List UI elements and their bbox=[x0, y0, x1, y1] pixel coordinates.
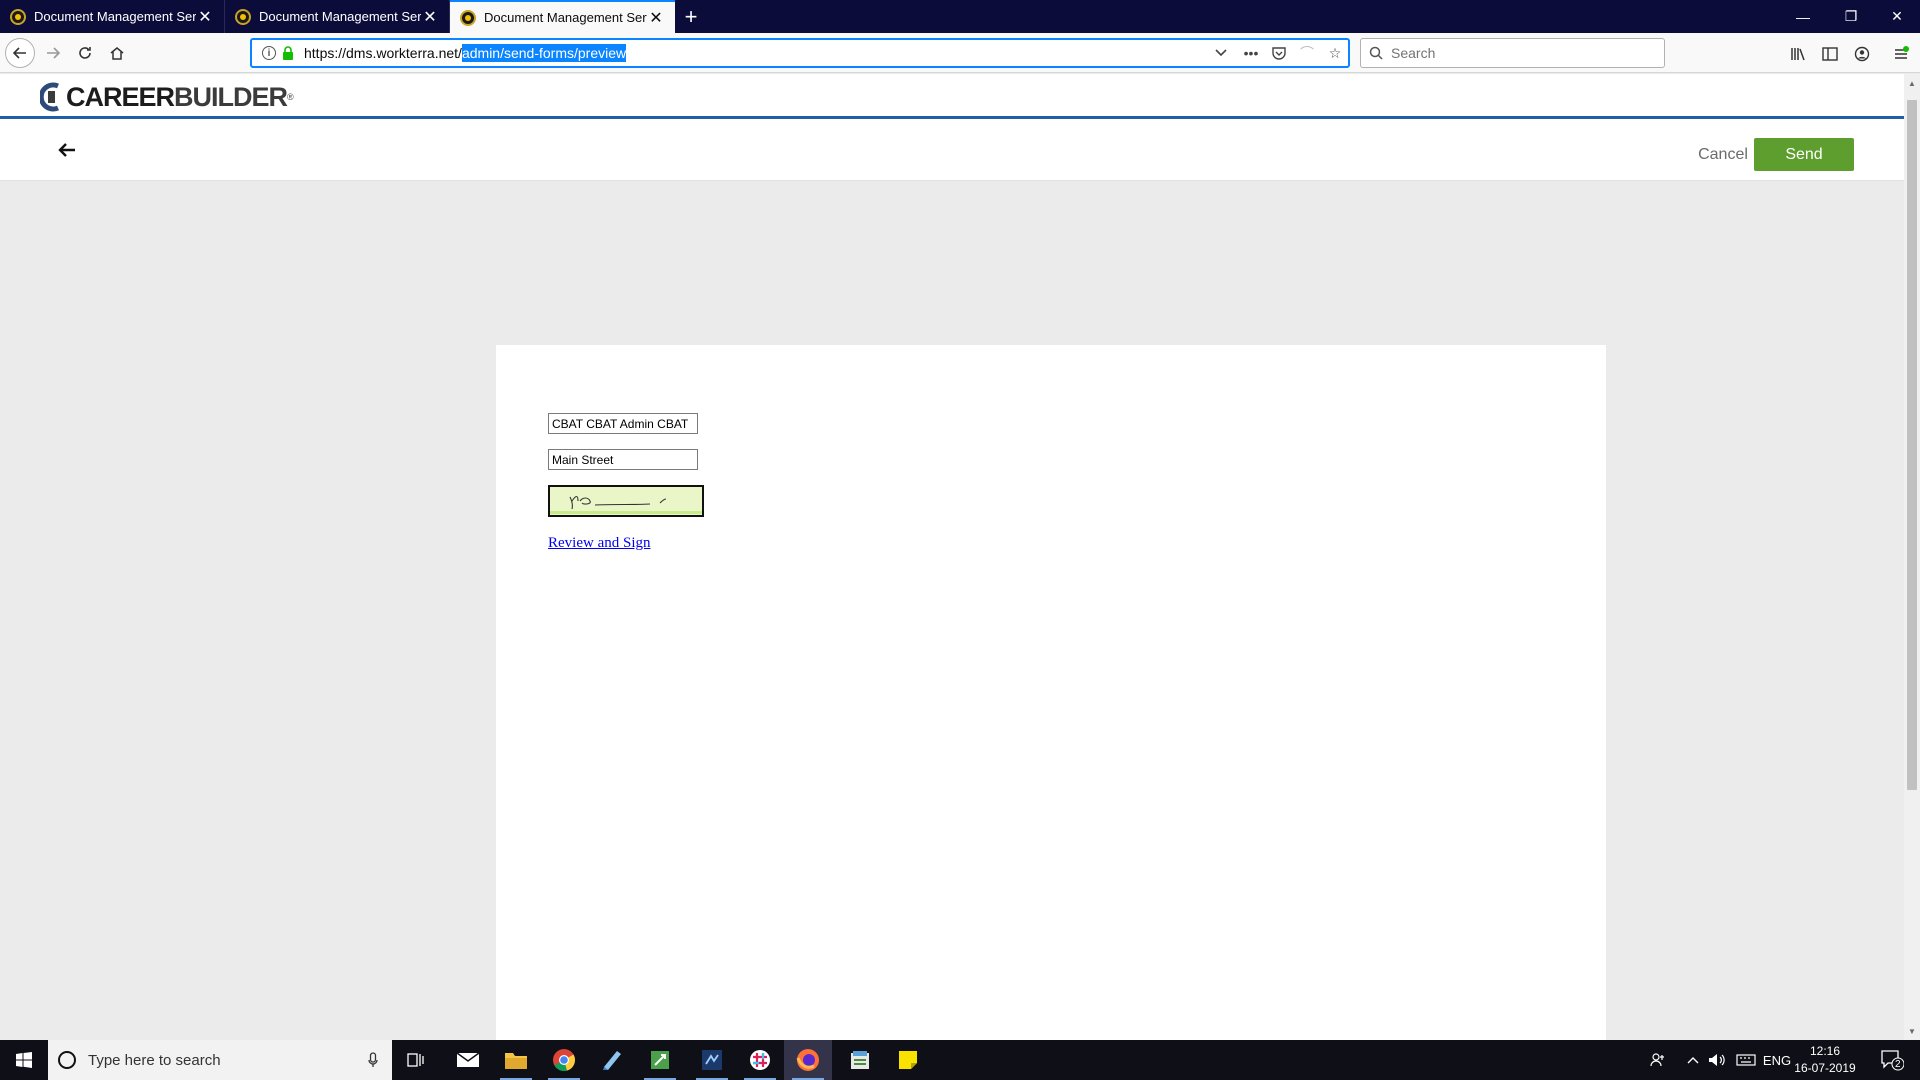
page-actions-ellipsis-icon[interactable]: ••• bbox=[1240, 43, 1262, 63]
clock-date: 16-07-2019 bbox=[1794, 1061, 1856, 1075]
windows-logo-icon bbox=[16, 1052, 32, 1068]
browser-tab-2[interactable]: Document Management Servic ✕ bbox=[225, 0, 450, 33]
microphone-icon[interactable] bbox=[368, 1052, 378, 1068]
arrow-right-icon bbox=[47, 47, 61, 59]
minimize-window-button[interactable]: — bbox=[1780, 0, 1826, 33]
bookmark-star-icon[interactable]: ☆ bbox=[1324, 43, 1346, 63]
taskbar-notepad-app[interactable] bbox=[588, 1040, 636, 1080]
search-placeholder: Search bbox=[1391, 45, 1436, 61]
task-view-button[interactable] bbox=[392, 1040, 440, 1080]
taskbar-chrome-app[interactable] bbox=[540, 1040, 588, 1080]
tab-title: Document Management Servic bbox=[484, 10, 647, 25]
signature-image bbox=[550, 495, 702, 514]
language-indicator[interactable]: ENG bbox=[1762, 1040, 1792, 1080]
url-host-text: https://dms.workterra.net/ bbox=[304, 45, 462, 61]
taskbar-slack-app[interactable] bbox=[736, 1040, 784, 1080]
pocket-icon[interactable] bbox=[1268, 43, 1290, 63]
sidebar-toggle-icon[interactable] bbox=[1817, 41, 1843, 67]
site-favicon-icon bbox=[10, 8, 26, 25]
browser-tab-3-active[interactable]: Document Management Servic ✕ bbox=[450, 0, 675, 33]
address-field[interactable]: Main Street bbox=[548, 449, 698, 470]
taskbar-archive-app[interactable] bbox=[836, 1040, 884, 1080]
reload-icon bbox=[79, 47, 91, 59]
taskbar-mail-app[interactable] bbox=[444, 1040, 492, 1080]
taskbar-search-placeholder: Type here to search bbox=[88, 1051, 221, 1069]
scrollbar-thumb[interactable] bbox=[1907, 100, 1917, 790]
clock-time: 12:16 bbox=[1809, 1044, 1841, 1058]
reader-mode-icon[interactable]: ⌒ bbox=[1296, 43, 1318, 63]
task-view-icon bbox=[407, 1053, 424, 1067]
home-button[interactable] bbox=[102, 38, 132, 68]
home-icon bbox=[110, 47, 124, 60]
notepad-icon bbox=[603, 1051, 621, 1070]
search-icon bbox=[1369, 46, 1383, 60]
mail-icon bbox=[456, 1052, 480, 1067]
restore-window-button[interactable]: ❐ bbox=[1828, 0, 1874, 33]
folder-icon bbox=[505, 1053, 527, 1069]
browser-back-button[interactable] bbox=[5, 38, 35, 68]
scroll-up-arrow-icon[interactable]: ▲ bbox=[1904, 75, 1920, 91]
url-path-selected-text: admin/send-forms/preview bbox=[461, 44, 627, 62]
logo-wordmark: CAREERBUILDER bbox=[66, 81, 288, 112]
firefox-icon bbox=[796, 1049, 819, 1071]
account-icon[interactable] bbox=[1849, 41, 1875, 67]
tray-overflow-chevron-icon[interactable] bbox=[1682, 1040, 1704, 1080]
taskbar-file-explorer-app[interactable] bbox=[492, 1040, 540, 1080]
taskbar-sticky-notes-app[interactable] bbox=[884, 1040, 932, 1080]
lock-icon[interactable] bbox=[282, 46, 294, 60]
close-tab-icon[interactable]: ✕ bbox=[196, 8, 214, 26]
people-icon[interactable] bbox=[1645, 1040, 1671, 1080]
close-window-button[interactable]: ✕ bbox=[1874, 0, 1920, 33]
careerbuilder-logo-icon bbox=[40, 82, 59, 112]
code-editor-icon bbox=[702, 1050, 722, 1070]
arrow-left-icon bbox=[58, 143, 75, 157]
start-button[interactable] bbox=[0, 1040, 48, 1080]
taskbar-search-box[interactable]: Type here to search bbox=[48, 1040, 392, 1080]
archive-icon bbox=[851, 1051, 869, 1069]
taskbar-firefox-app[interactable] bbox=[784, 1040, 832, 1080]
browser-tab-1[interactable]: Document Management Servic ✕ bbox=[0, 0, 225, 33]
taskbar-code-editor-app[interactable] bbox=[688, 1040, 736, 1080]
arrow-left-icon bbox=[12, 47, 26, 59]
new-tab-button[interactable]: + bbox=[680, 0, 702, 33]
cancel-button[interactable]: Cancel bbox=[1690, 142, 1756, 168]
library-icon[interactable] bbox=[1785, 41, 1811, 67]
slack-icon bbox=[750, 1050, 770, 1070]
sticky-note-icon bbox=[899, 1051, 917, 1069]
tab-title: Document Management Servic bbox=[259, 9, 421, 24]
menu-hamburger-icon[interactable] bbox=[1888, 41, 1914, 67]
back-button[interactable] bbox=[52, 138, 82, 162]
reload-button[interactable] bbox=[70, 38, 100, 68]
close-tab-icon[interactable]: ✕ bbox=[647, 9, 665, 27]
cortana-icon bbox=[58, 1051, 76, 1069]
url-dropdown-chevron-icon[interactable] bbox=[1210, 43, 1232, 63]
signature-box[interactable] bbox=[548, 485, 704, 517]
taskbar-clock[interactable]: 12:16 16-07-2019 bbox=[1790, 1043, 1860, 1077]
close-tab-icon[interactable]: ✕ bbox=[421, 8, 439, 26]
taskbar-spreadsheet-app[interactable] bbox=[636, 1040, 684, 1080]
notification-count-badge: 2 bbox=[1895, 1059, 1901, 1070]
send-button[interactable]: Send bbox=[1754, 138, 1854, 171]
volume-icon[interactable] bbox=[1705, 1040, 1729, 1080]
form-action-bar bbox=[0, 119, 1904, 181]
chrome-icon bbox=[553, 1049, 575, 1072]
site-info-icon[interactable]: i bbox=[262, 46, 276, 60]
url-bar[interactable]: i https://dms.workterra.net/admin/send-f… bbox=[250, 38, 1350, 68]
spreadsheet-icon bbox=[651, 1051, 669, 1069]
keyboard-icon[interactable] bbox=[1733, 1040, 1759, 1080]
scroll-down-arrow-icon[interactable]: ▼ bbox=[1904, 1023, 1920, 1039]
browser-forward-button[interactable] bbox=[38, 38, 68, 68]
site-favicon-icon bbox=[235, 8, 251, 25]
tab-title: Document Management Servic bbox=[34, 9, 196, 24]
site-favicon-icon bbox=[460, 9, 476, 26]
careerbuilder-logo[interactable]: CAREERBUILDER ® bbox=[40, 80, 294, 114]
registered-mark: ® bbox=[287, 92, 294, 102]
name-field[interactable]: CBAT CBAT Admin CBAT bbox=[548, 413, 698, 434]
review-and-sign-link[interactable]: Review and Sign bbox=[548, 535, 651, 552]
action-center-button[interactable]: 2 bbox=[1872, 1040, 1912, 1080]
browser-search-input[interactable]: Search bbox=[1360, 38, 1665, 68]
